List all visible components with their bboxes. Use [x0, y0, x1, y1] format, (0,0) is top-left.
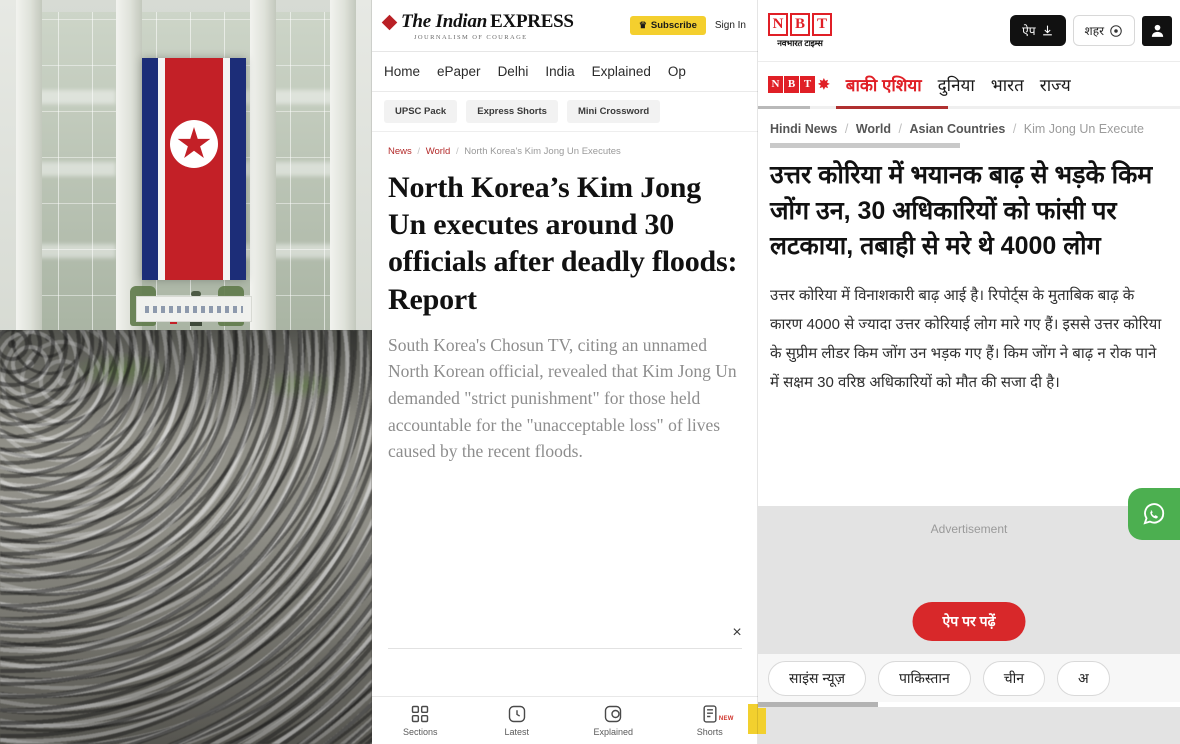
- bottom-nav-latest[interactable]: Latest: [481, 704, 553, 737]
- nbt-header-actions: ऐप शहर: [1010, 15, 1172, 46]
- read-on-app-button[interactable]: ऐप पर पढ़ें: [912, 602, 1026, 641]
- shorts-icon: [703, 705, 717, 723]
- nbt-header: N B T नवभारत टाइम्स ऐप शहर: [758, 0, 1180, 62]
- nav-item-epaper[interactable]: ePaper: [437, 64, 481, 79]
- breadcrumb-news[interactable]: News: [388, 146, 412, 157]
- advertisement-slot: Advertisement ऐप पर पढ़ें: [758, 506, 1180, 654]
- app-download-button[interactable]: ऐप: [1010, 15, 1066, 46]
- chip-upsc-pack[interactable]: UPSC Pack: [384, 100, 458, 123]
- nbt-nav-baaki-asia[interactable]: बाकी एशिया: [846, 73, 922, 96]
- nbt-logo-t: T: [812, 12, 832, 36]
- crowd: [0, 330, 372, 744]
- tag-pakistan[interactable]: पाकिस्तान: [877, 660, 971, 696]
- nbt-breadcrumb-asian-countries[interactable]: Asian Countries: [909, 122, 1005, 136]
- nbt-logo-b: B: [790, 12, 810, 36]
- podium: [136, 296, 252, 322]
- shorts-new-badge: NEW: [718, 716, 734, 722]
- nbt-logo[interactable]: N B T नवभारत टाइम्स: [768, 12, 832, 49]
- ie-main-nav: Home ePaper Delhi India Explained Op: [372, 52, 758, 92]
- article-standfirst: South Korea's Chosun TV, citing an unnam…: [388, 334, 737, 462]
- crown-icon: ♛: [638, 20, 647, 30]
- nbt-edge-tab[interactable]: [758, 708, 766, 734]
- nav-item-home[interactable]: Home: [384, 64, 420, 79]
- reading-progress-bar: [758, 106, 1180, 109]
- bottom-nav-latest-label: Latest: [504, 727, 530, 737]
- bottom-strip: [758, 707, 1180, 744]
- indian-express-article-panel: The Indian EXPRESS JOURNALISM OF COURAGE…: [372, 0, 758, 744]
- subscribe-button[interactable]: ♛ Subscribe: [629, 16, 706, 35]
- app-download-label: ऐप: [1022, 24, 1036, 38]
- nbt-plus-n: N: [768, 75, 783, 93]
- nav-item-opinion[interactable]: Op: [668, 64, 686, 79]
- ie-quicklinks: UPSC Pack Express Shorts Mini Crossword: [372, 92, 758, 132]
- ie-header-actions: ♛ Subscribe Sign In: [629, 16, 746, 35]
- bottom-nav-explained[interactable]: Explained: [577, 704, 649, 737]
- ie-bottom-nav: Sections Latest Explained NEW Shorts: [372, 696, 758, 744]
- chip-express-shorts[interactable]: Express Shorts: [466, 100, 558, 123]
- nav-item-explained[interactable]: Explained: [592, 64, 651, 79]
- city-selector-button[interactable]: शहर: [1072, 15, 1135, 46]
- navbharat-times-article-panel: N B T नवभारत टाइम्स ऐप शहर N B T ✸ बाकी …: [758, 0, 1180, 744]
- breadcrumb-world[interactable]: World: [426, 146, 451, 157]
- city-selector-label: शहर: [1084, 24, 1104, 38]
- building-facade: [16, 0, 356, 360]
- ie-logo-the: The Indian: [401, 10, 488, 32]
- tag-china[interactable]: चीन: [982, 660, 1046, 696]
- bottom-nav-explained-label: Explained: [593, 727, 634, 737]
- ie-article: News / World / North Korea's Kim Jong Un…: [372, 132, 758, 465]
- tag-science-news[interactable]: साइंस न्यूज़: [768, 660, 866, 696]
- nbt-plus-t: T: [800, 75, 815, 93]
- topic-tags: साइंस न्यूज़ पाकिस्तान चीन अ: [758, 654, 1180, 702]
- bottom-nav-shorts-label: Shorts: [696, 727, 723, 737]
- ie-header: The Indian EXPRESS JOURNALISM OF COURAGE…: [372, 0, 758, 52]
- user-icon: [1151, 24, 1163, 37]
- explained-icon: [605, 705, 622, 723]
- bottom-nav-sections[interactable]: Sections: [384, 704, 456, 737]
- nbt-nav-rajya[interactable]: राज्य: [1040, 73, 1071, 96]
- divider: [388, 648, 742, 649]
- close-icon[interactable]: ×: [728, 624, 746, 642]
- tag-partial[interactable]: अ: [1057, 660, 1110, 696]
- nbt-plus-logo[interactable]: N B T ✸: [768, 75, 830, 93]
- ie-diamond-icon: [381, 14, 398, 30]
- nav-item-india[interactable]: India: [545, 64, 574, 79]
- subscribe-label: Subscribe: [650, 20, 697, 31]
- nbt-breadcrumb-current: Kim Jong Un Execute: [1023, 122, 1144, 136]
- whatsapp-share-button[interactable]: [1128, 488, 1180, 540]
- chip-mini-crossword[interactable]: Mini Crossword: [566, 100, 661, 123]
- whatsapp-icon: [1143, 503, 1165, 525]
- ie-logo-express: EXPRESS: [490, 10, 574, 32]
- ie-logo[interactable]: The Indian EXPRESS JOURNALISM OF COURAGE: [381, 10, 574, 41]
- nbt-logo-subtitle: नवभारत टाइम्स: [777, 37, 823, 48]
- sign-in-link[interactable]: Sign In: [715, 20, 746, 31]
- advertisement-label: Advertisement: [930, 522, 1008, 536]
- nbt-nav-bharat[interactable]: भारत: [991, 73, 1024, 96]
- breadcrumb: News / World / North Korea's Kim Jong Un…: [388, 146, 621, 157]
- location-pin-icon: [1110, 24, 1122, 37]
- bottom-nav-sections-label: Sections: [402, 727, 438, 737]
- nbt-article-summary: उत्तर कोरिया में विनाशकारी बाढ़ आई है। र…: [770, 286, 1162, 392]
- user-account-button[interactable]: [1142, 15, 1172, 46]
- bottom-nav-shorts[interactable]: NEW Shorts: [674, 704, 746, 737]
- nbt-main-nav: N B T ✸ बाकी एशिया दुनिया भारत राज्य: [758, 62, 1180, 106]
- clock-icon: [508, 705, 525, 723]
- nbt-plus-badge-icon: ✸: [818, 75, 830, 92]
- ie-tagline: JOURNALISM OF COURAGE: [414, 33, 528, 41]
- nbt-plus-b: B: [784, 75, 799, 93]
- north-korea-flag: [142, 58, 246, 280]
- news-photo: [0, 0, 372, 744]
- article-headline: North Korea’s Kim Jong Un executes aroun…: [388, 171, 738, 316]
- nbt-article-headline: उत्तर कोरिया में भयानक बाढ़ से भड़के किम…: [770, 161, 1153, 260]
- nbt-logo-n: N: [768, 12, 788, 36]
- grid-icon: [412, 705, 429, 723]
- nbt-nav-duniya[interactable]: दुनिया: [938, 73, 975, 96]
- nbt-breadcrumb-hindi-news[interactable]: Hindi News: [770, 122, 837, 136]
- nbt-breadcrumb-world[interactable]: World: [856, 122, 891, 136]
- nav-item-delhi[interactable]: Delhi: [498, 64, 529, 79]
- screenshot-root: The Indian EXPRESS JOURNALISM OF COURAGE…: [0, 0, 1180, 744]
- nbt-breadcrumb: Hindi News / World / Asian Countries / K…: [770, 122, 1144, 136]
- breadcrumb-current: North Korea's Kim Jong Un Executes: [464, 146, 621, 157]
- ie-edge-tab[interactable]: [748, 704, 758, 734]
- download-icon: [1042, 25, 1052, 36]
